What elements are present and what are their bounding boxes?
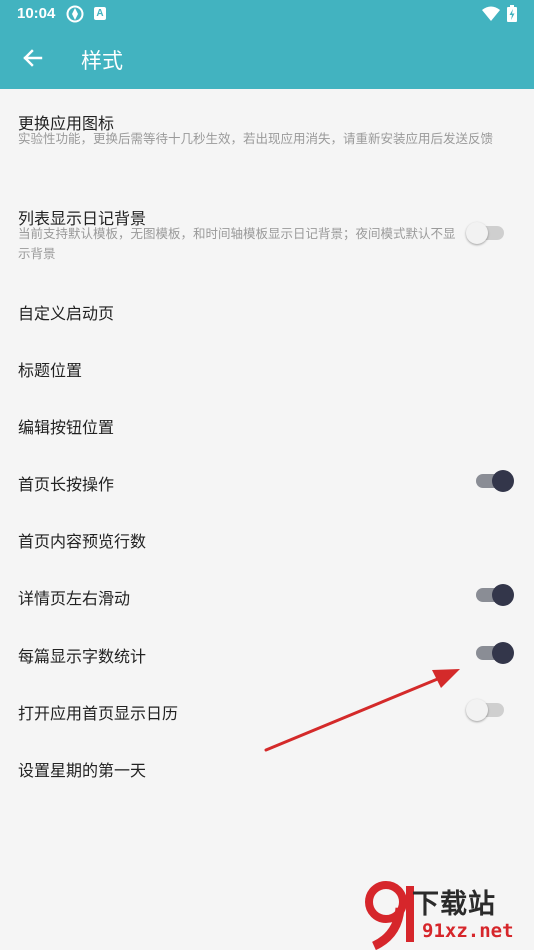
watermark-site: 91xz.net (422, 920, 514, 942)
annotation-arrow (264, 669, 460, 752)
watermark-brand: 下载站 (412, 889, 496, 920)
watermark: 下载站 91xz.net (364, 880, 534, 950)
